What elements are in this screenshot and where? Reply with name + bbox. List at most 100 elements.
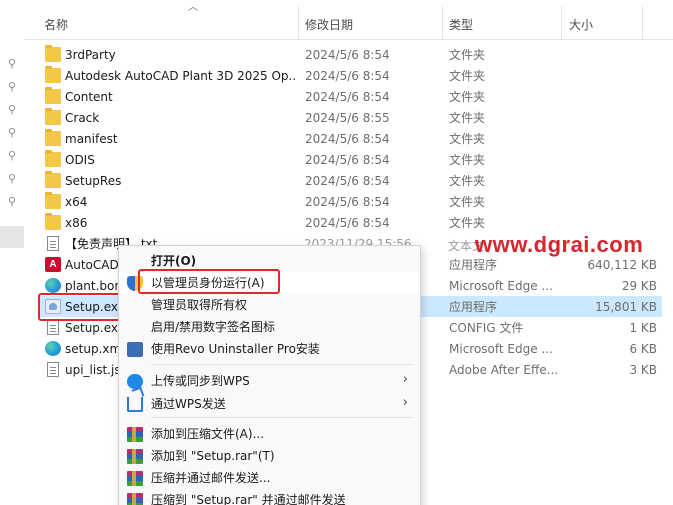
chevron-right-icon: › [402, 372, 408, 387]
menu-separator [151, 364, 413, 365]
folder-icon [45, 87, 61, 104]
file-name: SetupRes [65, 174, 122, 188]
file-row[interactable]: Autodesk AutoCAD Plant 3D 2025 Op... 2024… [40, 65, 662, 86]
file-type: 文件夹 [449, 132, 486, 146]
file-row[interactable]: SetupRes 2024/5/6 8:54 文件夹 [40, 170, 662, 191]
winrar-icon [127, 449, 143, 464]
file-date: 2024/5/6 8:55 [305, 111, 390, 125]
file-name: 3rdParty [65, 48, 116, 62]
file-row[interactable]: ODIS 2024/5/6 8:54 文件夹 [40, 149, 662, 170]
menu-wps-upload[interactable]: 上传或同步到WPS › [119, 370, 420, 392]
edge-icon [45, 341, 61, 356]
text-file-icon [47, 362, 59, 377]
file-row[interactable]: Content 2024/5/6 8:54 文件夹 [40, 86, 662, 107]
folder-icon [45, 192, 61, 209]
menu-add-to-setup-rar[interactable]: 添加到 "Setup.rar"(T) [119, 445, 420, 467]
column-size[interactable]: 大小 [569, 16, 593, 33]
pin-icon[interactable]: ⚲ [6, 150, 18, 162]
file-type: Microsoft Edge ... [449, 342, 553, 356]
menu-compress-email[interactable]: 压缩并通过邮件发送... [119, 467, 420, 489]
menu-item-label: 压缩到 "Setup.rar" 并通过邮件发送 [151, 493, 346, 505]
menu-revo-install[interactable]: 使用Revo Uninstaller Pro安装 [119, 338, 420, 360]
autocad-icon: A [45, 257, 61, 272]
menu-add-to-archive[interactable]: 添加到压缩文件(A)... [119, 423, 420, 445]
menu-wps-send[interactable]: 通过WPS发送 › [119, 393, 420, 415]
menu-item-label: 通过WPS发送 [151, 397, 226, 411]
menu-item-label: 启用/禁用数字签名图标 [151, 320, 276, 334]
column-divider[interactable] [642, 6, 643, 40]
column-date[interactable]: 修改日期 [305, 16, 353, 33]
edge-icon [45, 278, 61, 293]
menu-item-label: 添加到压缩文件(A)... [151, 427, 265, 441]
file-type: 文件夹 [449, 69, 486, 83]
pin-icon[interactable]: ⚲ [6, 196, 18, 208]
file-size: 3 KB [629, 363, 657, 377]
menu-take-ownership[interactable]: 管理员取得所有权 [119, 294, 420, 316]
menu-open[interactable]: 打开(O) [119, 250, 420, 272]
revo-uninstaller-icon [127, 342, 143, 357]
text-file-icon [47, 320, 59, 335]
menu-item-label: 打开(O) [151, 254, 197, 268]
column-divider[interactable] [561, 6, 562, 40]
menu-toggle-signature-icon[interactable]: 启用/禁用数字签名图标 [119, 316, 420, 338]
file-size: 6 KB [629, 342, 657, 356]
quick-access-strip: ⚲ ⚲ ⚲ ⚲ ⚲ ⚲ ⚲ [0, 0, 24, 505]
file-name: Autodesk AutoCAD Plant 3D 2025 Op... [65, 69, 295, 83]
file-name: Crack [65, 111, 100, 125]
file-row[interactable]: Crack 2024/5/6 8:55 文件夹 [40, 107, 662, 128]
folder-icon [45, 66, 61, 83]
folder-icon [45, 213, 61, 230]
column-type[interactable]: 类型 [449, 16, 473, 33]
site-watermark: www.dgrai.com [475, 232, 644, 257]
file-name: manifest [65, 132, 118, 146]
file-name: Content [65, 90, 113, 104]
winrar-icon [127, 493, 143, 505]
folder-icon [45, 129, 61, 146]
uac-shield-icon [127, 276, 143, 291]
file-type: 应用程序 [449, 300, 498, 314]
pin-icon[interactable]: ⚲ [6, 127, 18, 139]
file-type: 文件夹 [449, 153, 486, 167]
file-type: 文件夹 [449, 111, 486, 125]
column-header: ︿ 名称 修改日期 类型 大小 [24, 0, 673, 40]
file-name: x86 [65, 216, 88, 230]
menu-item-label: 上传或同步到WPS [151, 374, 250, 388]
file-row[interactable]: x86 2024/5/6 8:54 文件夹 [40, 212, 662, 233]
column-divider[interactable] [298, 6, 299, 40]
folder-icon [45, 171, 61, 188]
file-row[interactable]: x64 2024/5/6 8:54 文件夹 [40, 191, 662, 212]
menu-item-label: 压缩并通过邮件发送... [151, 471, 271, 485]
file-row[interactable]: manifest 2024/5/6 8:54 文件夹 [40, 128, 662, 149]
file-date: 2024/5/6 8:54 [305, 216, 390, 230]
sort-ascending-icon: ︿ [188, 2, 198, 13]
winrar-icon [127, 471, 143, 486]
file-type: Microsoft Edge ... [449, 279, 553, 293]
column-divider[interactable] [442, 6, 443, 40]
file-type: CONFIG 文件 [449, 321, 524, 335]
chevron-right-icon: › [402, 395, 408, 410]
menu-separator [151, 417, 413, 418]
file-date: 2024/5/6 8:54 [305, 174, 390, 188]
folder-icon [45, 150, 61, 167]
column-name[interactable]: 名称 [44, 16, 68, 33]
menu-item-label: 以管理员身份运行(A) [151, 276, 265, 290]
wps-share-icon [127, 397, 143, 412]
pin-icon[interactable]: ⚲ [6, 104, 18, 116]
pin-icon[interactable]: ⚲ [6, 58, 18, 70]
quick-access-selected[interactable] [0, 226, 24, 248]
file-type: 文件夹 [449, 195, 486, 209]
file-name: ODIS [65, 153, 95, 167]
menu-item-label: 管理员取得所有权 [151, 298, 248, 312]
menu-compress-setup-rar-email[interactable]: 压缩到 "Setup.rar" 并通过邮件发送 [119, 489, 420, 505]
file-date: 2024/5/6 8:54 [305, 132, 390, 146]
pin-icon[interactable]: ⚲ [6, 173, 18, 185]
context-menu: 打开(O) 以管理员身份运行(A) 管理员取得所有权启用/禁用数字签名图标使用Rev… [118, 245, 421, 505]
file-date: 2024/5/6 8:54 [305, 90, 390, 104]
folder-icon [45, 45, 61, 62]
menu-run-as-admin[interactable]: 以管理员身份运行(A) [119, 272, 420, 294]
folder-icon [45, 108, 61, 125]
file-type: 文件夹 [449, 216, 486, 230]
pin-icon[interactable]: ⚲ [6, 81, 18, 93]
file-row[interactable]: 3rdParty 2024/5/6 8:54 文件夹 [40, 44, 662, 65]
file-size: 640,112 KB [587, 258, 657, 272]
